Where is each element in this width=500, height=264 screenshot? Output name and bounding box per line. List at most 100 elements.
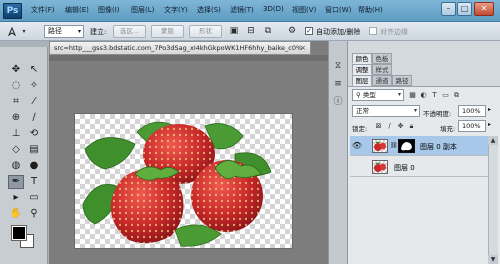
menu-3d[interactable]: 3D(D) bbox=[263, 5, 284, 13]
properties-panel-icon[interactable]: ≡ bbox=[331, 78, 345, 91]
build-label: 建立: bbox=[90, 28, 107, 36]
menu-edit[interactable]: 编辑(E) bbox=[65, 5, 89, 15]
opacity-value: 100% bbox=[462, 107, 481, 115]
path-operations-icon[interactable]: ▣ bbox=[228, 26, 240, 37]
quick-selection-tool-icon[interactable]: ✧ bbox=[26, 79, 42, 93]
opacity-dropdown-icon[interactable]: ▸ bbox=[488, 106, 491, 113]
opacity-input[interactable]: 100% bbox=[458, 105, 486, 117]
make-shape-button[interactable]: 形状 bbox=[189, 25, 222, 38]
healing-brush-tool-icon[interactable]: ⊕ bbox=[8, 111, 24, 125]
menu-file[interactable]: 文件(F) bbox=[31, 5, 55, 15]
filter-smart-object-icon[interactable]: ⧉ bbox=[452, 90, 461, 100]
eraser-tool-icon[interactable]: ◇ bbox=[8, 143, 24, 157]
history-panel-icon[interactable]: ⧖ bbox=[331, 60, 345, 73]
layer-filter-select[interactable]: ⚲ 类型 ▾ bbox=[352, 89, 404, 101]
filter-pixel-icon[interactable]: ▦ bbox=[408, 90, 417, 100]
chevron-down-icon: ▾ bbox=[413, 107, 417, 114]
pen-mode-value: 路径 bbox=[48, 27, 62, 35]
auto-add-delete-label: 自动添加/删除 bbox=[316, 28, 361, 36]
zoom-tool-icon[interactable]: ⚲ bbox=[26, 207, 42, 221]
path-selection-tool-icon[interactable]: ▸ bbox=[8, 191, 24, 205]
move-tool-icon[interactable]: ✥ bbox=[8, 63, 24, 77]
crop-tool-icon[interactable]: ⌗ bbox=[8, 95, 24, 109]
search-icon: ⚲ bbox=[356, 91, 363, 99]
minimize-button[interactable]: – bbox=[441, 2, 456, 16]
filter-shape-icon[interactable]: ▭ bbox=[441, 90, 450, 100]
lock-transparent-pixels-icon[interactable]: ⊠ bbox=[374, 121, 383, 131]
lock-image-pixels-icon[interactable]: ∕ bbox=[385, 121, 394, 131]
scroll-up-arrow-icon[interactable]: ▲ bbox=[488, 136, 498, 145]
scroll-down-arrow-icon[interactable]: ▼ bbox=[488, 255, 498, 264]
tab-styles[interactable]: 样式 bbox=[372, 64, 392, 75]
type-tool-icon[interactable]: T bbox=[26, 175, 42, 189]
fill-label: 填充: bbox=[440, 125, 456, 133]
menu-type[interactable]: 文字(Y) bbox=[164, 5, 188, 15]
layer-filter-value: 类型 bbox=[362, 91, 376, 99]
document-ruler-strip bbox=[49, 55, 328, 61]
layer-mask-thumbnail[interactable] bbox=[398, 139, 415, 153]
pen-tool-icon[interactable] bbox=[6, 26, 18, 37]
menu-help[interactable]: 帮助(H) bbox=[358, 5, 383, 15]
path-arrangement-icon[interactable]: ⧉ bbox=[262, 26, 274, 37]
close-window-button[interactable]: ✕ bbox=[474, 2, 494, 16]
layer-row[interactable]: 👁︎ ⛓︎ 图层 0 副本 bbox=[350, 136, 488, 156]
align-edges-checkbox[interactable] bbox=[369, 27, 377, 35]
lock-all-icon[interactable]: 🔒︎ bbox=[407, 121, 416, 131]
clone-stamp-tool-icon[interactable]: ⊥ bbox=[8, 127, 24, 141]
gear-icon[interactable]: ⚙ bbox=[286, 26, 298, 37]
eye-icon[interactable]: 👁︎ bbox=[350, 136, 364, 156]
dodge-tool-icon[interactable]: ● bbox=[26, 159, 42, 173]
photoshop-logo: Ps bbox=[3, 3, 22, 19]
tab-swatches[interactable]: 色板 bbox=[372, 53, 392, 64]
layer-name[interactable]: 图层 0 副本 bbox=[420, 142, 457, 152]
brush-tool-icon[interactable]: ∕ bbox=[26, 111, 42, 125]
close-document-icon[interactable]: × bbox=[300, 44, 306, 52]
make-mask-button[interactable]: 蒙版 bbox=[151, 25, 184, 38]
gradient-tool-icon[interactable]: ▤ bbox=[26, 143, 42, 157]
layer-thumbnail bbox=[372, 160, 388, 174]
menu-filter[interactable]: 滤镜(T) bbox=[230, 5, 254, 15]
blur-tool-icon[interactable]: ◍ bbox=[8, 159, 24, 173]
tab-channels[interactable]: 通道 bbox=[372, 75, 392, 86]
blend-mode-select[interactable]: 正常 ▾ bbox=[352, 105, 420, 117]
history-brush-tool-icon[interactable]: ⟲ bbox=[26, 127, 42, 141]
strawberry-image bbox=[82, 121, 272, 247]
filter-type-icon[interactable]: T bbox=[430, 90, 439, 100]
pen-mode-select[interactable]: 路径 ▾ bbox=[44, 25, 84, 38]
tab-paths[interactable]: 路径 bbox=[392, 75, 412, 86]
info-panel-icon[interactable]: ⓘ bbox=[331, 96, 345, 109]
lock-position-icon[interactable]: ✥ bbox=[396, 121, 405, 131]
tab-color[interactable]: 颜色 bbox=[352, 53, 372, 64]
path-alignment-icon[interactable]: ⊟ bbox=[245, 26, 257, 37]
menu-window[interactable]: 窗口(W) bbox=[325, 5, 351, 15]
rectangle-tool-icon[interactable]: ▭ bbox=[26, 191, 42, 205]
filter-adjustment-icon[interactable]: ◐ bbox=[419, 90, 428, 100]
link-icon[interactable]: ⛓︎ bbox=[390, 142, 398, 149]
chevron-down-icon: ▾ bbox=[397, 91, 401, 98]
opacity-label: 不透明度: bbox=[423, 110, 452, 118]
pen-tool-icon[interactable]: ✒ bbox=[8, 175, 24, 189]
auto-add-delete-checkbox[interactable]: ✓ bbox=[305, 27, 313, 35]
foreground-color-swatch[interactable] bbox=[11, 225, 27, 241]
chevron-down-icon: ▾ bbox=[77, 28, 81, 35]
menu-view[interactable]: 视图(V) bbox=[292, 5, 316, 15]
tab-adjustments[interactable]: 调整 bbox=[352, 64, 372, 75]
menu-select[interactable]: 选择(S) bbox=[197, 5, 221, 15]
tab-layers[interactable]: 图层 bbox=[352, 75, 372, 86]
fill-input[interactable]: 100% bbox=[458, 120, 486, 132]
layers-scrollbar[interactable] bbox=[488, 136, 498, 264]
visibility-toggle-empty[interactable] bbox=[350, 157, 364, 177]
make-selection-button[interactable]: 选区... bbox=[113, 25, 146, 38]
document-tab[interactable]: src=http___gss3.bdstatic.com_7Po3dSag_xI… bbox=[49, 41, 311, 55]
move-tool-secondary-icon[interactable]: ↖ bbox=[26, 63, 42, 77]
hand-tool-icon[interactable]: ✋ bbox=[8, 207, 24, 221]
menu-layer[interactable]: 图层(L) bbox=[131, 5, 154, 15]
fill-dropdown-icon[interactable]: ▸ bbox=[488, 121, 491, 128]
tool-preset-dropdown-icon[interactable]: ▾ bbox=[18, 26, 30, 37]
lasso-tool-icon[interactable]: ◌ bbox=[8, 79, 24, 93]
menu-image[interactable]: 图像(I) bbox=[98, 5, 120, 15]
restore-button[interactable]: □ bbox=[457, 2, 472, 16]
eyedropper-tool-icon[interactable]: ⁄ bbox=[26, 95, 42, 109]
layer-row[interactable]: 图层 0 bbox=[350, 157, 488, 177]
layer-name[interactable]: 图层 0 bbox=[394, 163, 415, 173]
